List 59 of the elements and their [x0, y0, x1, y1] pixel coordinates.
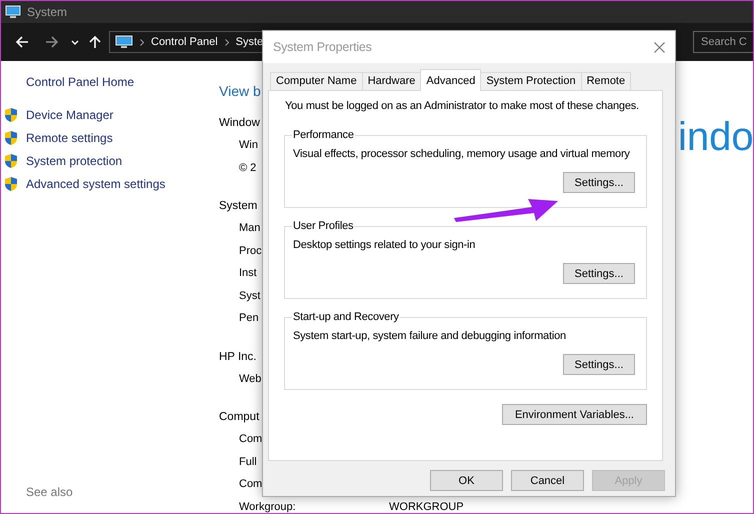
tab[interactable]: Computer Name	[270, 72, 363, 90]
info-label: Com	[239, 433, 262, 446]
settings-button[interactable]: Settings...	[563, 172, 635, 193]
sidebar-link[interactable]: Device Manager	[26, 108, 114, 122]
info-label: Inst	[239, 267, 257, 280]
back-icon[interactable]	[15, 36, 29, 48]
breadcrumb-item[interactable]: Syste	[236, 36, 264, 48]
logo-text: indo	[678, 117, 753, 157]
search-field[interactable]: Search C	[693, 31, 753, 53]
monitor-icon	[115, 35, 133, 49]
info-label: Proc	[239, 244, 262, 257]
info-label: Syst	[239, 290, 260, 302]
info-label: Man	[239, 222, 260, 234]
close-icon[interactable]	[654, 42, 665, 52]
group-description: Desktop settings related to your sign-in	[293, 239, 476, 251]
monitor-icon	[5, 5, 21, 19]
info-label: Pen	[239, 312, 259, 324]
info-label: © 2	[239, 162, 256, 174]
info-label: Com	[239, 478, 262, 490]
dialog-button[interactable]: OK	[430, 470, 503, 491]
chevron-icon	[224, 38, 229, 46]
info-label: Workgroup:	[239, 500, 296, 513]
group-description: System start-up, system failure and debugging information	[293, 330, 567, 342]
info-value: WORKGROUP	[389, 500, 464, 513]
breadcrumb-item[interactable]: Control Panel	[151, 36, 218, 48]
tab[interactable]: Remote	[580, 72, 632, 90]
tab[interactable]: Advanced	[420, 69, 482, 91]
environment-variables-button[interactable]: Environment Variables...	[502, 404, 647, 425]
notice-text: You must be logged on as an Administrator to make most of these changes.	[285, 100, 640, 112]
section-heading: Window	[219, 116, 260, 131]
section-heading: System	[219, 199, 258, 214]
settings-button[interactable]: Settings...	[563, 263, 635, 284]
group-description: Visual effects, processor scheduling, memory usage and virtual memory	[293, 148, 631, 160]
section-heading: Comput	[219, 410, 260, 425]
home-link[interactable]: Control Panel Home	[26, 75, 219, 89]
shield-icon	[4, 130, 18, 146]
chevron-icon	[140, 38, 144, 46]
shield-icon	[4, 107, 18, 123]
up-icon[interactable]	[89, 35, 101, 49]
shield-icon	[4, 153, 18, 169]
group-title: Performance	[292, 129, 355, 141]
page-heading: View b	[219, 82, 261, 100]
dialog-button[interactable]: Cancel	[511, 470, 584, 491]
info-label: Full	[239, 456, 257, 468]
dialog-title: System Properties	[273, 40, 373, 54]
sidebar-link[interactable]: System protection	[26, 154, 122, 168]
window-title: System	[27, 5, 68, 19]
shield-icon	[4, 176, 18, 192]
info-label: Web	[239, 372, 262, 385]
section-heading: HP Inc.	[219, 350, 256, 364]
group-title: User Profiles	[292, 220, 354, 232]
see-also-heading: See also	[26, 485, 73, 499]
chevron-icon[interactable]	[71, 40, 79, 44]
settings-button[interactable]: Settings...	[563, 354, 635, 375]
group-title: Start-up and Recovery	[292, 311, 400, 323]
sidebar-link[interactable]: Remote settings	[26, 131, 113, 145]
info-label: Win	[239, 139, 258, 152]
forward-icon[interactable]	[45, 36, 59, 48]
sidebar-link[interactable]: Advanced system settings	[26, 177, 166, 191]
